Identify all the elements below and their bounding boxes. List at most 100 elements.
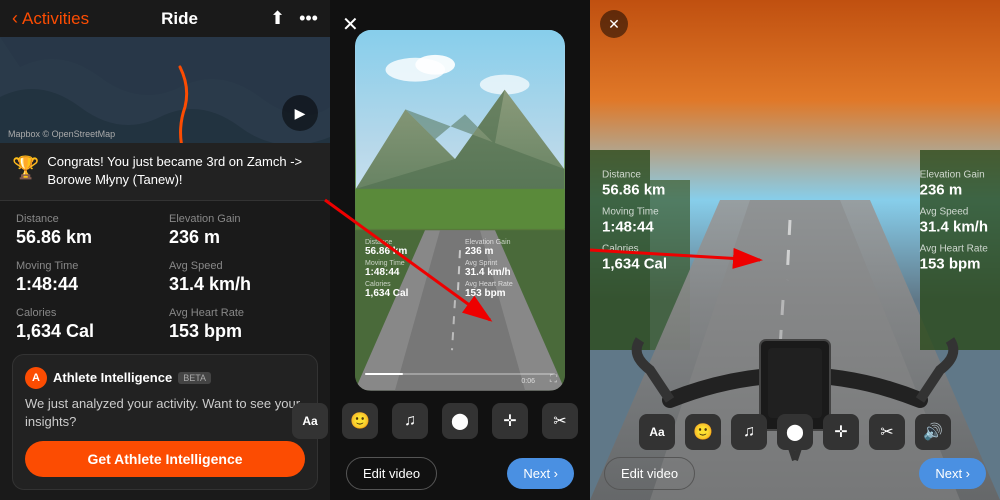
story-hr-value: 153 bpm [465,288,555,299]
right-panel: ✕ Distance 56.86 km Moving Time 1:48:44 … [590,0,1000,500]
right-stats-right: Elevation Gain 236 m Avg Speed 31.4 km/h… [920,170,988,281]
ai-beta-badge: BETA [178,372,211,384]
story-progress-bar [365,373,555,375]
stat-elevation: Elevation Gain 236 m [169,213,314,248]
story-cal-label: Calories [365,281,455,288]
story-road: Distance 56.86 km Elevation Gain 236 m M… [355,229,565,391]
r-cal-label: Calories [602,244,667,255]
play-button[interactable]: ▶ [282,95,318,131]
middle-panel: ✕ [330,0,590,500]
route-path: Cies...nów [0,37,330,143]
left-panel: ‹ Activities Ride ⬆ ••• Start and End lo… [0,0,330,500]
r-next-button[interactable]: Next › [919,458,986,489]
story-toolbar: Aa 🙂 ♫ ⬤ ✛ ✂ 🔊 [292,403,628,439]
story-cal-value: 1,634 Cal [365,288,455,299]
map-background: Start and End location Cies...nów [0,37,330,143]
r-hr-label: Avg Heart Rate [920,244,988,255]
right-stats-left: Distance 56.86 km Moving Time 1:48:44 Ca… [602,170,667,281]
share-icon[interactable]: ⬆ [270,8,285,29]
ai-cta-button[interactable]: Get Athlete Intelligence [25,441,305,477]
move-button[interactable]: ✛ [492,403,528,439]
moving-time-value: 1:48:44 [16,274,161,295]
story-progress-fill [365,373,403,375]
story-elev-label: Elevation Gain [465,239,555,246]
right-close-icon: ✕ [608,16,620,33]
r-text-tool-button[interactable]: Aa [639,414,675,450]
stat-calories: Calories 1,634 Cal [16,307,161,342]
r-edit-video-button[interactable]: Edit video [604,457,695,490]
r-elev-value: 236 m [920,182,988,199]
r-speed-label: Avg Speed [920,207,988,218]
map-attribution: Mapbox © OpenStreetMap [8,129,115,139]
story-hr-label: Avg Heart Rate [465,281,555,288]
story-sprint-label: Avg Sprint [465,260,555,267]
text-tool-button[interactable]: Aa [292,403,328,439]
ai-card: A Athlete Intelligence BETA We just anal… [12,354,318,490]
r-cal-value: 1,634 Cal [602,256,667,273]
congrats-banner: 🏆 Congrats! You just became 3rd on Zamch… [0,143,330,200]
r-time-label: Moving Time [602,207,667,218]
story-time-counter: 0:06 [521,378,535,385]
congrats-text: Congrats! You just became 3rd on Zamch -… [47,153,318,189]
stat-avg-speed: Avg Speed 31.4 km/h [169,260,314,295]
ai-description: We just analyzed your activity. Want to … [25,395,305,431]
bike-photo: ✕ Distance 56.86 km Moving Time 1:48:44 … [590,0,1000,500]
more-icon[interactable]: ••• [299,8,318,29]
r-time-value: 1:48:44 [602,219,667,236]
landscape-svg [355,30,565,229]
r-volume-button[interactable]: 🔊 [915,414,951,450]
r-dist-label: Distance [602,170,667,181]
header-actions: ⬆ ••• [270,8,318,29]
story-dist-value: 56.86 km [365,246,455,257]
activities-link[interactable]: Activities [22,9,89,29]
close-button[interactable]: ✕ [342,12,359,37]
scissors-button[interactable]: ✂ [542,403,578,439]
chevron-left-icon: ‹ [12,8,18,29]
story-elev-value: 236 m [465,246,555,257]
story-time-value: 1:48:44 [365,267,455,278]
r-dist-value: 56.86 km [602,182,667,199]
page-title: Ride [161,9,198,29]
stats-grid: Distance 56.86 km Elevation Gain 236 m M… [0,201,330,354]
left-header: ‹ Activities Ride ⬆ ••• [0,0,330,37]
ai-header: A Athlete Intelligence BETA [25,367,305,389]
r-music-button[interactable]: ♫ [731,414,767,450]
avg-speed-value: 31.4 km/h [169,274,314,295]
edit-video-button[interactable]: Edit video [346,457,437,490]
story-card: Distance 56.86 km Elevation Gain 236 m M… [355,30,565,391]
story-stats-overlay: Distance 56.86 km Elevation Gain 236 m M… [365,239,555,299]
calories-label: Calories [16,307,161,319]
r-elev-label: Elevation Gain [920,170,988,181]
stat-moving-time: Moving Time 1:48:44 [16,260,161,295]
r-speed-value: 31.4 km/h [920,219,988,236]
avg-hr-value: 153 bpm [169,321,314,342]
r-move-button[interactable]: ✛ [823,414,859,450]
avg-speed-label: Avg Speed [169,260,314,272]
ai-avatar-icon: A [25,367,47,389]
next-button[interactable]: Next › [507,458,574,489]
story-time-label: Moving Time [365,260,455,267]
trophy-icon: 🏆 [12,155,39,181]
map-area: Start and End location Cies...nów Mapbox… [0,37,330,143]
elevation-label: Elevation Gain [169,213,314,225]
story-landscape [355,30,565,229]
fullscreen-icon[interactable]: ⛶ [550,374,557,385]
stat-avg-hr: Avg Heart Rate 153 bpm [169,307,314,342]
right-close-button[interactable]: ✕ [600,10,628,38]
r-record-button[interactable]: ⬤ [777,414,813,450]
music-button[interactable]: ♫ [392,403,428,439]
ai-title: Athlete Intelligence [53,370,172,385]
r-sticker-button[interactable]: 🙂 [685,414,721,450]
elevation-value: 236 m [169,227,314,248]
back-nav[interactable]: ‹ Activities [12,8,89,29]
right-footer: Edit video Next › [590,457,1000,490]
right-toolbar: Aa 🙂 ♫ ⬤ ✛ ✂ 🔊 [590,414,1000,450]
distance-value: 56.86 km [16,227,161,248]
stat-distance: Distance 56.86 km [16,213,161,248]
sticker-button[interactable]: 🙂 [342,403,378,439]
calories-value: 1,634 Cal [16,321,161,342]
moving-time-label: Moving Time [16,260,161,272]
record-button[interactable]: ⬤ [442,403,478,439]
r-scissors-button[interactable]: ✂ [869,414,905,450]
story-footer: Edit video Next › [330,447,590,500]
